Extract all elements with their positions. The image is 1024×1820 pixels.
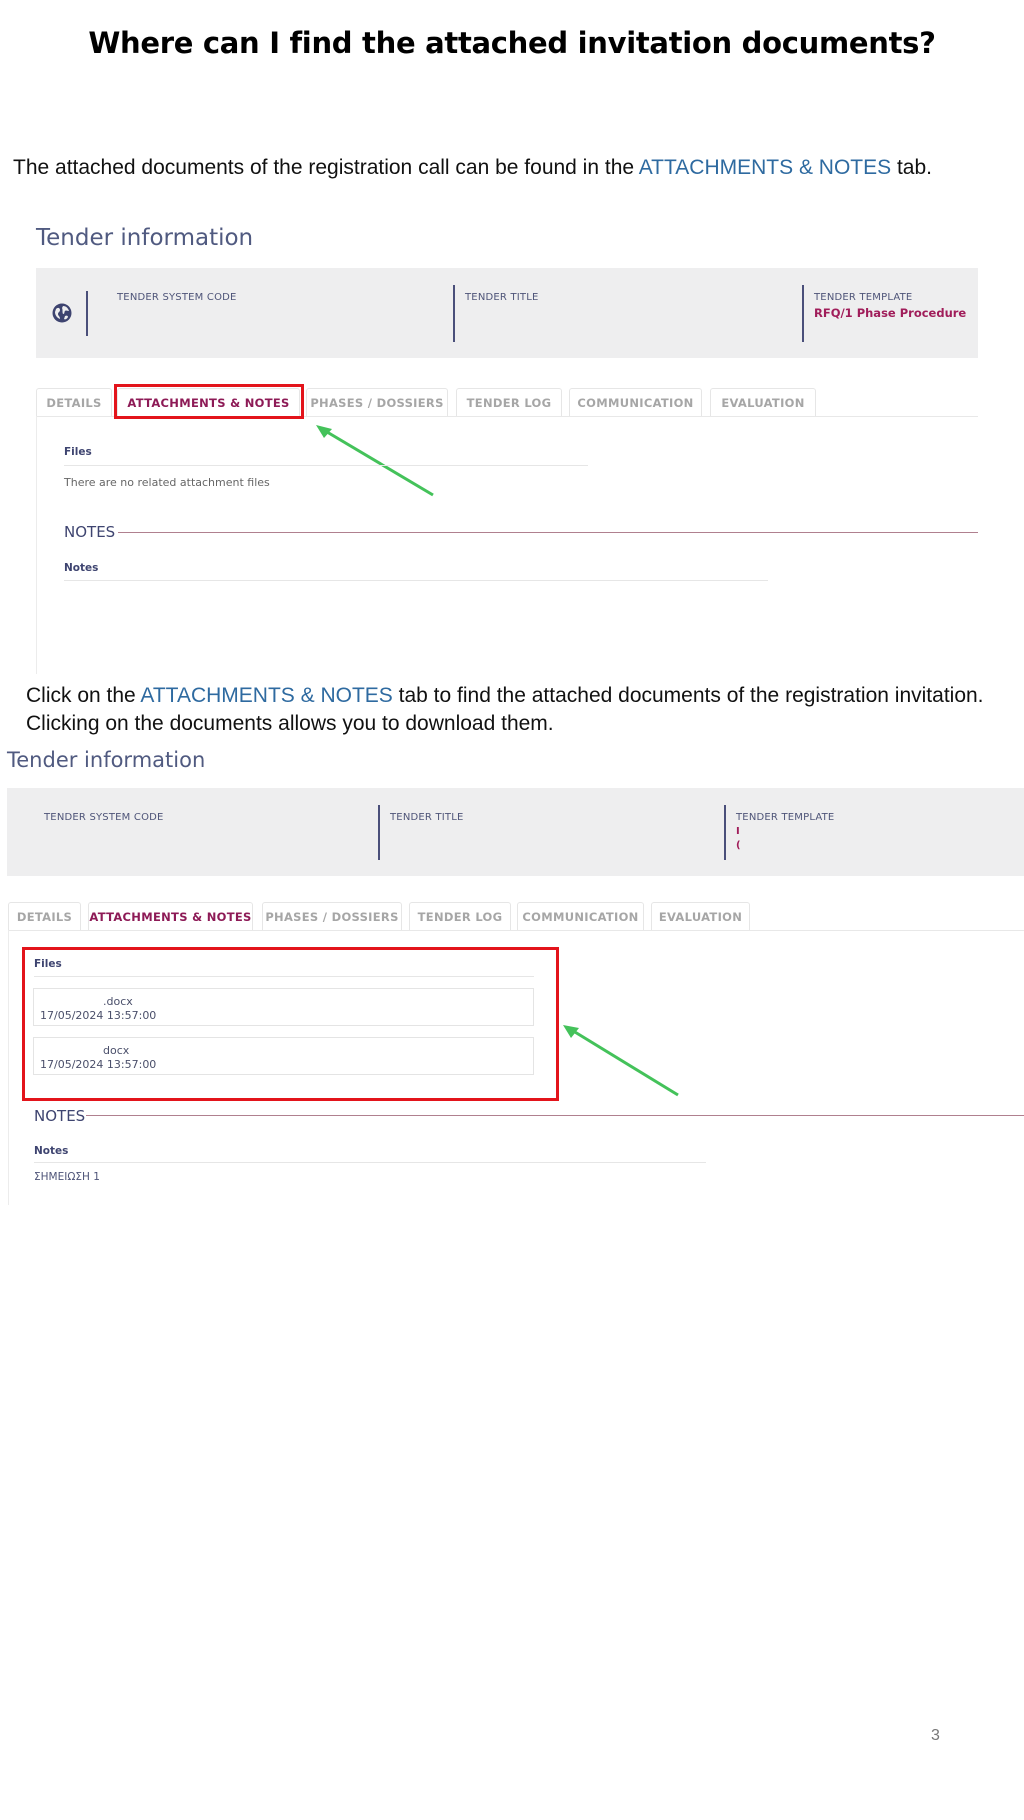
files-rule bbox=[64, 465, 588, 466]
tab-communication[interactable]: COMMUNICATION bbox=[517, 902, 644, 930]
file-timestamp: 17/05/2024 13:57:00 bbox=[40, 1058, 156, 1071]
tab-details[interactable]: DETAILS bbox=[36, 388, 112, 416]
intro-highlight: ATTACHMENTS & NOTES bbox=[638, 156, 892, 179]
divider bbox=[802, 285, 804, 342]
instruction-text: Click on the ATTACHMENTS & NOTES tab to … bbox=[26, 682, 984, 738]
tab-evaluation[interactable]: EVALUATION bbox=[651, 902, 750, 930]
annotation-highlight-box bbox=[114, 384, 304, 419]
instruction-after: tab to find the attached documents of th… bbox=[392, 684, 984, 707]
tab-details[interactable]: DETAILS bbox=[8, 902, 81, 930]
tab-phases-dossiers[interactable]: PHASES / DOSSIERS bbox=[262, 902, 402, 930]
intro-after: tab. bbox=[891, 156, 933, 179]
tender-template-value-2: ( bbox=[736, 840, 741, 851]
notes-label: Notes bbox=[64, 562, 99, 574]
tender-title-label: TENDER TITLE bbox=[390, 812, 464, 823]
file-time: 13:57:00 bbox=[106, 1009, 157, 1022]
file-timestamp: 17/05/2024 13:57:00 bbox=[40, 1009, 156, 1022]
page-number: 3 bbox=[931, 1727, 940, 1744]
notes-rule bbox=[64, 580, 768, 581]
tab-attachments-notes[interactable]: ATTACHMENTS & NOTES bbox=[88, 902, 253, 930]
tender-template-value: I bbox=[736, 826, 740, 837]
tender-template-value: RFQ/1 Phase Procedure bbox=[814, 306, 967, 320]
tender-template-label: TENDER TEMPLATE bbox=[814, 292, 913, 303]
tender-system-code-label: TENDER SYSTEM CODE bbox=[117, 292, 237, 303]
tab-phases-dossiers[interactable]: PHASES / DOSSIERS bbox=[306, 388, 448, 416]
tab-evaluation[interactable]: EVALUATION bbox=[710, 388, 816, 416]
intro-before: The attached documents of the registrati… bbox=[13, 156, 639, 179]
notes-heading-rule bbox=[118, 532, 978, 533]
notes-heading: NOTES bbox=[64, 523, 116, 541]
tab-baseline bbox=[8, 930, 1024, 931]
divider bbox=[86, 291, 88, 336]
tender-info-heading: Tender information bbox=[36, 225, 254, 251]
globe-icon bbox=[52, 303, 72, 323]
instruction-line-2: Clicking on the documents allows you to … bbox=[26, 712, 554, 735]
tender-system-code-label: TENDER SYSTEM CODE bbox=[44, 812, 164, 823]
divider bbox=[378, 805, 380, 860]
divider bbox=[724, 805, 726, 860]
notes-heading-rule bbox=[86, 1115, 1024, 1116]
intro-text: The attached documents of the registrati… bbox=[13, 156, 932, 180]
tender-info-panel: TENDER SYSTEM CODE TENDER TITLE TENDER T… bbox=[36, 268, 978, 358]
files-rule bbox=[34, 976, 534, 977]
tender-template-label: TENDER TEMPLATE bbox=[736, 812, 835, 823]
no-files-message: There are no related attachment files bbox=[64, 476, 270, 489]
file-time: 13:57:00 bbox=[106, 1058, 157, 1071]
note-item: ΣΗΜΕΙΩΣΗ 1 bbox=[34, 1171, 100, 1183]
file-date: 17/05/2024 bbox=[40, 1009, 104, 1022]
tender-info-panel: TENDER SYSTEM CODE TENDER TITLE TENDER T… bbox=[7, 788, 1024, 876]
notes-heading: NOTES bbox=[34, 1107, 86, 1125]
notes-rule bbox=[34, 1162, 706, 1163]
instruction-highlight: ATTACHMENTS & NOTES bbox=[140, 684, 393, 707]
content-border bbox=[36, 416, 37, 674]
annotation-arrow-icon bbox=[316, 425, 434, 497]
slide-title: Where can I find the attached invitation… bbox=[88, 26, 936, 60]
content-border bbox=[8, 930, 9, 1205]
files-label: Files bbox=[64, 446, 92, 458]
tender-info-heading: Tender information bbox=[7, 748, 206, 772]
file-item[interactable]: .docx 17/05/2024 13:57:00 bbox=[33, 988, 534, 1026]
tab-communication[interactable]: COMMUNICATION bbox=[569, 388, 702, 416]
annotation-arrow-icon bbox=[563, 1025, 679, 1097]
instruction-before: Click on the bbox=[26, 684, 141, 707]
file-date: 17/05/2024 bbox=[40, 1058, 104, 1071]
file-name: .docx bbox=[103, 995, 133, 1008]
notes-label: Notes bbox=[34, 1145, 69, 1157]
files-label: Files bbox=[34, 958, 62, 970]
divider bbox=[453, 285, 455, 342]
instruction-line-1: Click on the ATTACHMENTS & NOTES tab to … bbox=[26, 682, 984, 710]
file-name: docx bbox=[103, 1044, 130, 1057]
tender-title-label: TENDER TITLE bbox=[465, 292, 539, 303]
tab-tender-log[interactable]: TENDER LOG bbox=[409, 902, 511, 930]
tab-tender-log[interactable]: TENDER LOG bbox=[456, 388, 562, 416]
file-item[interactable]: docx 17/05/2024 13:57:00 bbox=[33, 1037, 534, 1075]
